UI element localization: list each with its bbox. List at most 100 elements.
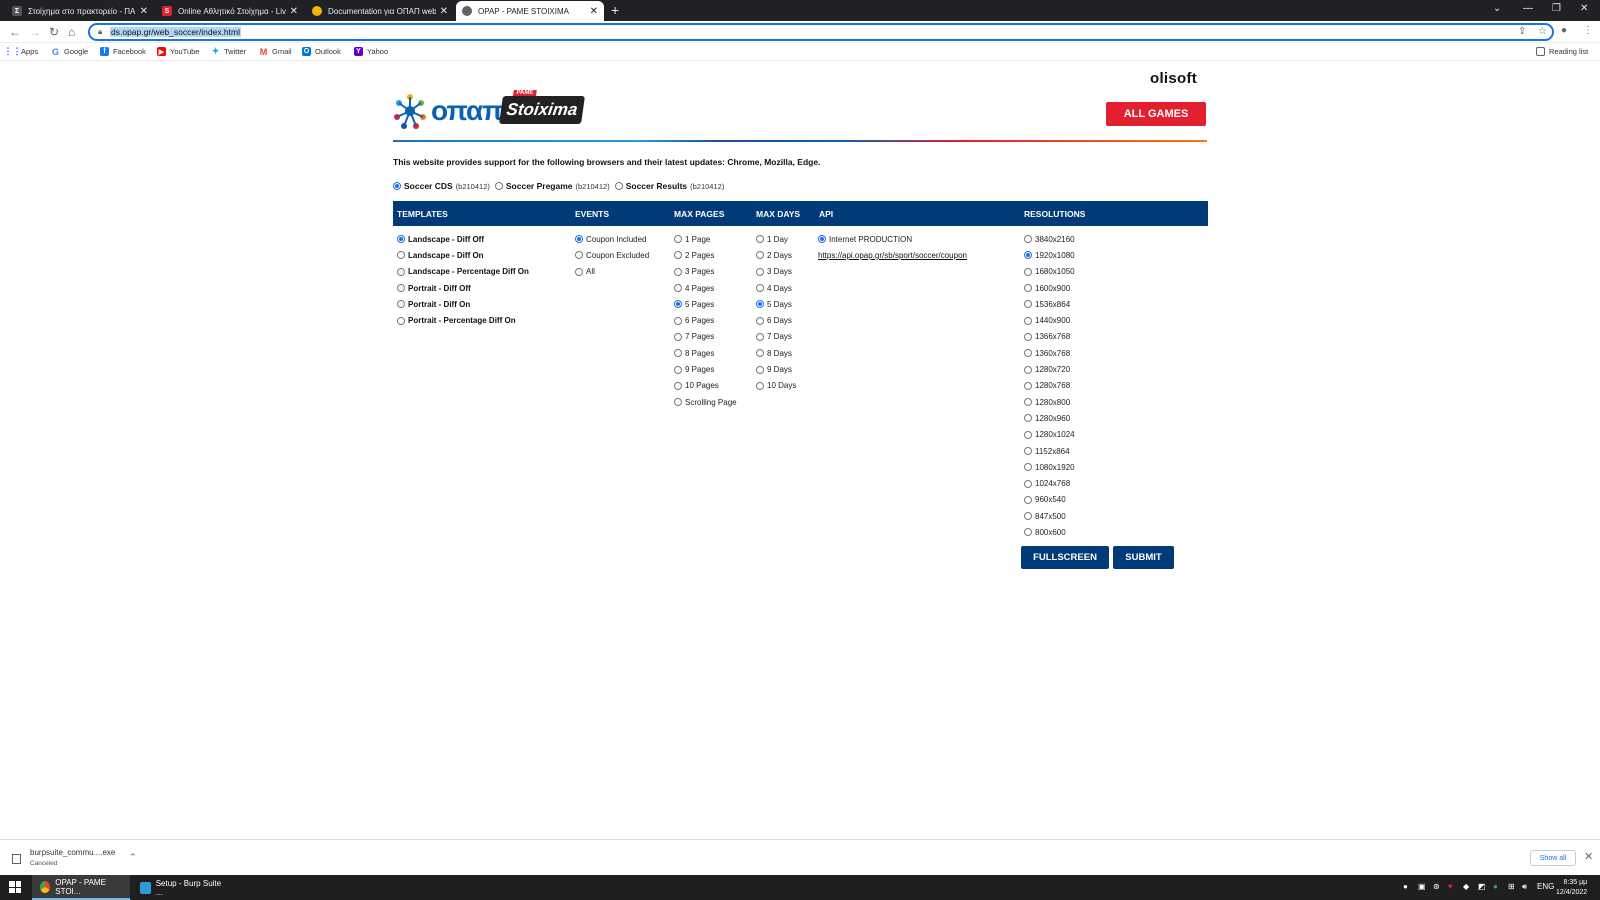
resolution-option[interactable]: 847x500 xyxy=(1024,508,1075,524)
max-pages-radio[interactable] xyxy=(674,316,682,325)
tab-2[interactable]: S Online Αθλητικό Στοίχημα - Live ✕ xyxy=(156,1,304,21)
event-option[interactable]: Coupon Excluded xyxy=(575,247,649,263)
resolution-option[interactable]: 1920x1080 xyxy=(1024,247,1075,263)
taskbar-burp-setup[interactable]: Setup - Burp Suite ... xyxy=(132,875,230,900)
resolution-option[interactable]: 1360x768 xyxy=(1024,345,1075,361)
max-pages-radio[interactable] xyxy=(674,251,682,260)
max-pages-radio[interactable] xyxy=(674,235,682,244)
tray-antivirus-icon[interactable]: ♥ xyxy=(1448,882,1453,891)
resolution-option[interactable]: 1680x1050 xyxy=(1024,264,1075,280)
max-pages-option[interactable]: 9 Pages xyxy=(674,361,737,377)
reading-list[interactable]: Reading list xyxy=(1536,47,1588,56)
bookmark-youtube[interactable]: ▶ YouTube xyxy=(157,47,199,56)
resolution-radio[interactable] xyxy=(1024,463,1032,472)
template-option[interactable]: Portrait - Diff Off xyxy=(397,280,529,296)
max-pages-radio[interactable] xyxy=(674,365,682,374)
download-item[interactable]: burpsuite_commu....exe Canceled ⌃ xyxy=(12,845,147,871)
template-radio[interactable] xyxy=(397,316,405,325)
resolution-radio[interactable] xyxy=(1024,316,1032,325)
max-pages-option[interactable]: Scrolling Page xyxy=(674,394,737,410)
radio-soccer-pregame[interactable] xyxy=(494,182,503,190)
radio-soccer-results[interactable] xyxy=(614,182,623,190)
resolution-radio[interactable] xyxy=(1024,267,1032,276)
lock-icon[interactable]: 🔒︎ xyxy=(98,27,102,37)
resolution-option[interactable]: 1280x800 xyxy=(1024,394,1075,410)
resolution-option[interactable]: 1366x768 xyxy=(1024,329,1075,345)
api-url-link[interactable]: https://api.opap.gr/sb/sport/soccer/coup… xyxy=(818,247,967,263)
resolution-radio[interactable] xyxy=(1024,414,1032,423)
back-icon[interactable]: ← xyxy=(9,25,21,39)
resolution-radio[interactable] xyxy=(1024,284,1032,293)
tray-volume-icon[interactable]: 🔊︎ xyxy=(1522,882,1527,892)
max-days-option[interactable]: 3 Days xyxy=(756,264,796,280)
url-text[interactable]: ds.opap.gr/web_soccer/index.html xyxy=(110,27,241,37)
resolution-option[interactable]: 1280x768 xyxy=(1024,378,1075,394)
max-days-radio[interactable] xyxy=(756,381,764,390)
max-pages-radio[interactable] xyxy=(674,284,682,293)
max-days-option[interactable]: 2 Days xyxy=(756,247,796,263)
resolution-option[interactable]: 3840x2160 xyxy=(1024,231,1075,247)
close-window-icon[interactable]: ✕ xyxy=(1580,3,1588,14)
event-radio[interactable] xyxy=(575,235,583,244)
max-pages-radio[interactable] xyxy=(674,332,682,341)
max-pages-option[interactable]: 1 Page xyxy=(674,231,737,247)
template-option[interactable]: Landscape - Diff On xyxy=(397,247,529,263)
new-tab-icon[interactable]: + xyxy=(611,2,619,18)
bookmark-yahoo[interactable]: Y Yahoo xyxy=(354,47,388,56)
resolution-option[interactable]: 1280x1024 xyxy=(1024,427,1075,443)
max-days-option[interactable]: 9 Days xyxy=(756,361,796,377)
resolution-radio[interactable] xyxy=(1024,430,1032,439)
resolution-radio[interactable] xyxy=(1024,528,1032,537)
fullscreen-button[interactable]: FULLSCREEN xyxy=(1021,546,1109,569)
bookmark-gmail[interactable]: M Gmail xyxy=(259,47,292,57)
max-days-option[interactable]: 8 Days xyxy=(756,345,796,361)
show-all-downloads-button[interactable]: Show all xyxy=(1530,850,1576,866)
chevron-up-icon[interactable]: ⌃ xyxy=(129,852,137,863)
template-radio[interactable] xyxy=(397,284,405,293)
max-pages-option[interactable]: 3 Pages xyxy=(674,264,737,280)
pame-stoixima-logo[interactable]: PAME Stoixima xyxy=(499,90,585,124)
tray-clock-app-icon[interactable]: ● xyxy=(1403,882,1408,891)
bookmark-twitter[interactable]: ✦ Twitter xyxy=(211,46,246,56)
tab-4-active[interactable]: OPAP - PAME STOIXIMA ✕ xyxy=(456,1,604,21)
product-soccer-cds[interactable]: Soccer CDS (b210412) xyxy=(393,181,490,191)
close-tab-icon[interactable]: ✕ xyxy=(140,6,148,17)
max-pages-option[interactable]: 7 Pages xyxy=(674,329,737,345)
resolution-radio[interactable] xyxy=(1024,381,1032,390)
max-pages-option[interactable]: 2 Pages xyxy=(674,247,737,263)
template-radio[interactable] xyxy=(397,235,405,244)
max-days-radio[interactable] xyxy=(756,251,764,260)
product-soccer-pregame[interactable]: Soccer Pregame (b210412) xyxy=(494,181,610,191)
resolution-radio[interactable] xyxy=(1024,349,1032,358)
resolution-option[interactable]: 1024x768 xyxy=(1024,475,1075,491)
tab-1[interactable]: Σ Στοίχημα στο πρακτορείο - ΠΑΜ ✕ xyxy=(6,1,154,21)
menu-kebab-icon[interactable]: ⋮ xyxy=(1583,25,1593,36)
resolution-radio[interactable] xyxy=(1024,495,1032,504)
tray-app-icon[interactable]: ▣ xyxy=(1418,882,1426,891)
tray-language[interactable]: ENG xyxy=(1537,882,1554,891)
max-pages-option[interactable]: 5 Pages xyxy=(674,296,737,312)
resolution-radio[interactable] xyxy=(1024,447,1032,455)
resolution-radio[interactable] xyxy=(1024,235,1032,244)
tab-search-icon[interactable]: ⌄ xyxy=(1493,3,1501,14)
close-downloads-icon[interactable]: ✕ xyxy=(1584,850,1593,863)
template-option[interactable]: Landscape - Diff Off xyxy=(397,231,529,247)
bookmark-facebook[interactable]: f Facebook xyxy=(100,47,146,56)
tray-clock[interactable]: 8:35 μμ 12/4/2022 xyxy=(1556,878,1587,898)
forward-icon[interactable]: → xyxy=(29,25,41,39)
template-option[interactable]: Portrait - Diff On xyxy=(397,296,529,312)
product-soccer-results[interactable]: Soccer Results (b210412) xyxy=(614,181,724,191)
tab-3[interactable]: Documentation για ΟΠΑΠ web s ✕ xyxy=(306,1,454,21)
max-days-option[interactable]: 10 Days xyxy=(756,378,796,394)
template-option[interactable]: Portrait - Percentage Diff On xyxy=(397,312,529,328)
submit-button[interactable]: SUBMIT xyxy=(1113,546,1174,569)
max-pages-option[interactable]: 10 Pages xyxy=(674,378,737,394)
tray-network-app-icon[interactable]: ⊛ xyxy=(1433,882,1440,891)
max-days-radio[interactable] xyxy=(756,284,764,293)
home-icon[interactable]: ⌂ xyxy=(68,25,75,39)
bookmark-star-icon[interactable]: ☆ xyxy=(1538,26,1547,37)
profile-icon[interactable]: ● xyxy=(1561,25,1567,36)
close-tab-icon[interactable]: ✕ xyxy=(440,6,448,17)
resolution-option[interactable]: 1280x720 xyxy=(1024,361,1075,377)
tray-display-icon[interactable]: ◩ xyxy=(1478,882,1486,891)
